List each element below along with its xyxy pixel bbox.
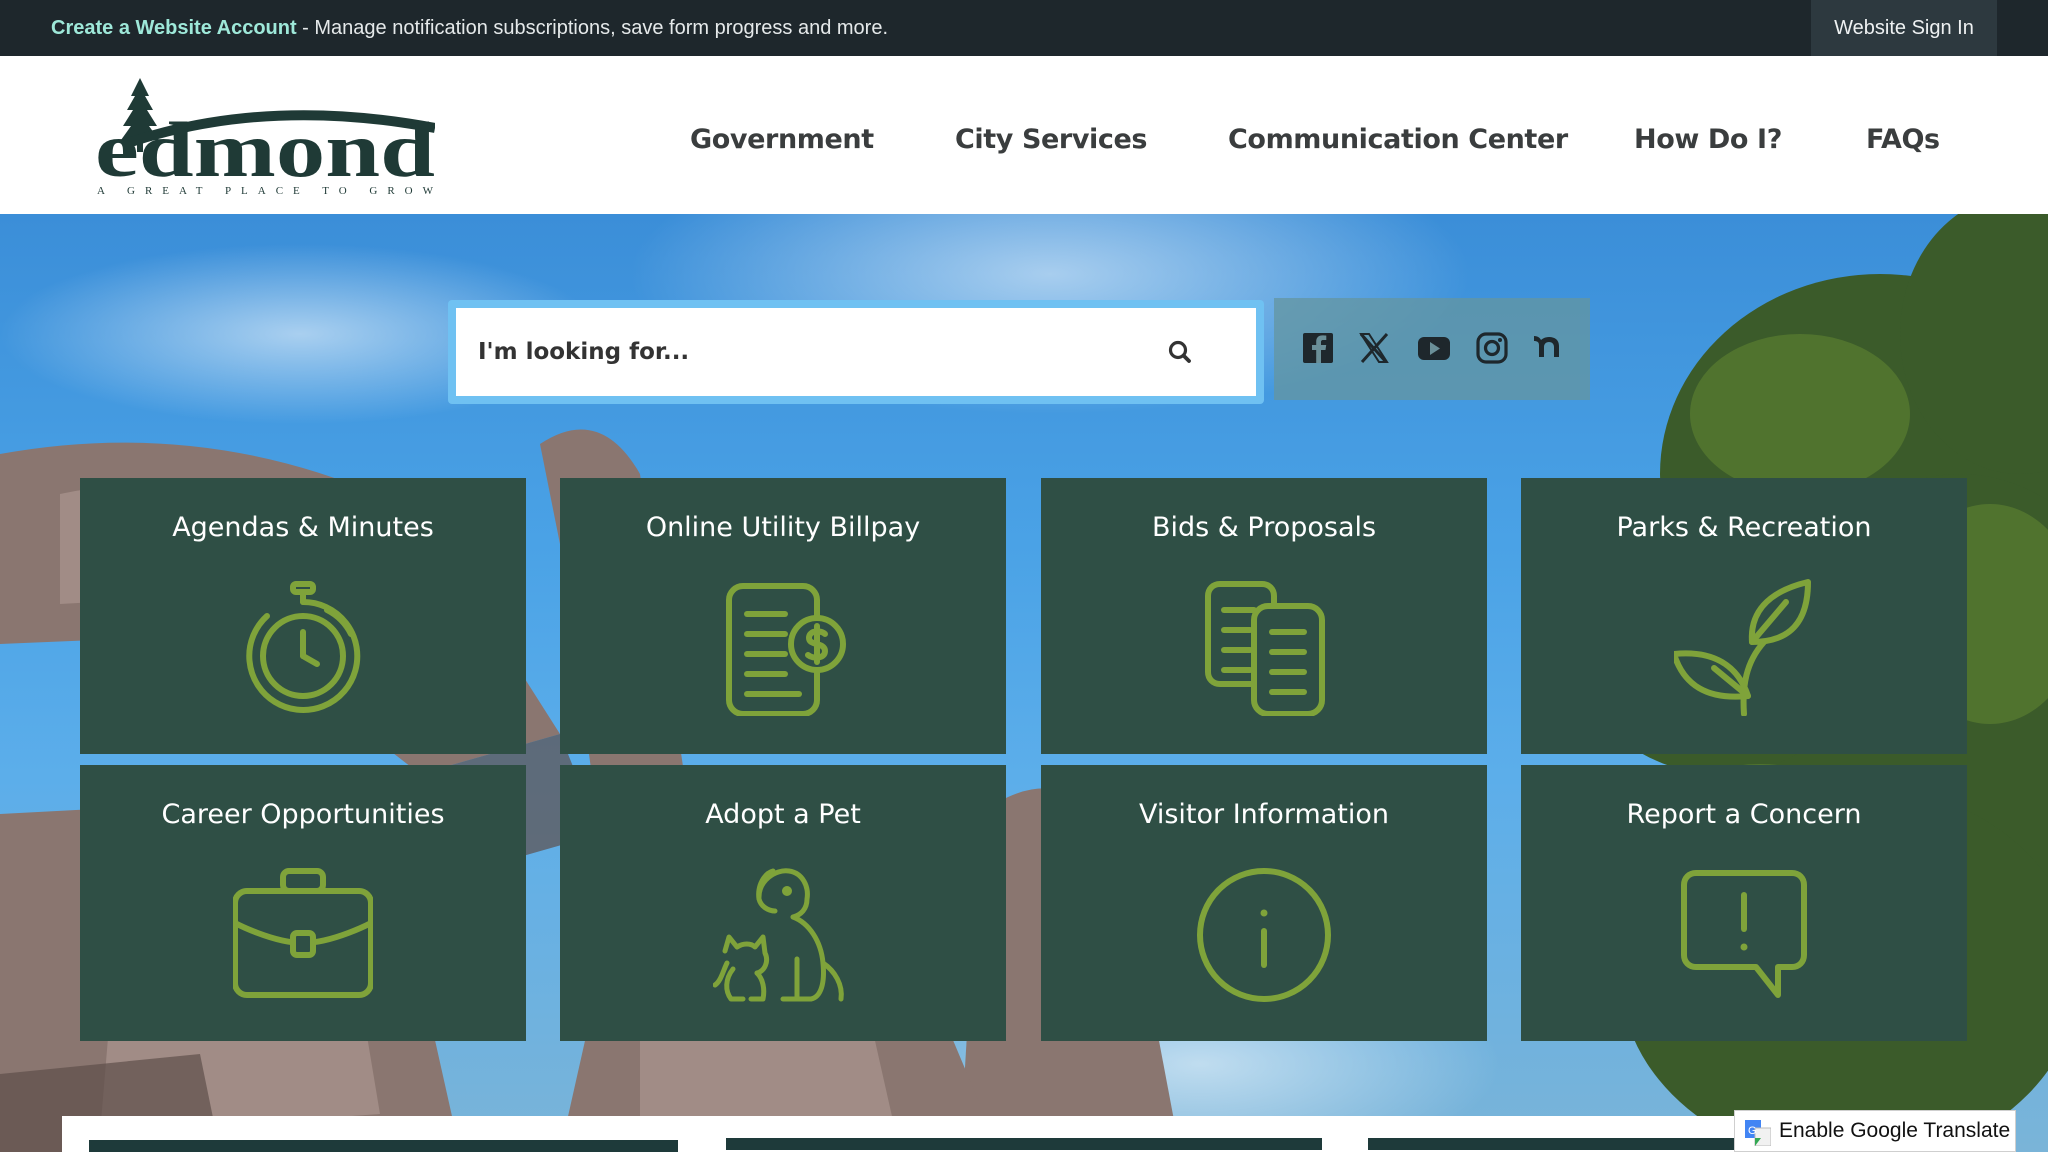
tile-online-utility-billpay[interactable]: Online Utility Billpay <box>560 478 1006 754</box>
google-translate-icon: G <box>1745 1120 1771 1146</box>
dog-cat-icon <box>713 868 844 1002</box>
tile-bids-proposals[interactable]: Bids & Proposals <box>1041 478 1487 754</box>
x-twitter-icon[interactable] <box>1354 328 1394 368</box>
search-icon[interactable] <box>1158 330 1202 374</box>
info-icon <box>1197 868 1331 1002</box>
translate-label: Enable Google Translate <box>1779 1119 2011 1142</box>
tile-adopt-a-pet[interactable]: Adopt a Pet <box>560 765 1006 1041</box>
facebook-icon[interactable] <box>1298 328 1338 368</box>
account-message: Create a Website Account - Manage notifi… <box>51 0 888 56</box>
tile-label: Adopt a Pet <box>705 799 861 830</box>
tile-label: Report a Concern <box>1626 799 1862 830</box>
documents-icon <box>1205 581 1325 716</box>
panel-header-bar <box>726 1138 1322 1150</box>
create-account-link[interactable]: Create a Website Account <box>51 17 297 39</box>
tile-report-a-concern[interactable]: Report a Concern <box>1521 765 1967 1041</box>
tile-label: Online Utility Billpay <box>645 512 921 543</box>
social-links <box>1274 298 1590 400</box>
nav-communication-center[interactable]: Communication Center <box>1228 56 1568 214</box>
search-box <box>456 308 1256 396</box>
nav-how-do-i[interactable]: How Do I? <box>1634 56 1782 214</box>
bill-dollar-icon <box>726 583 846 716</box>
chat-alert-icon <box>1681 870 1807 998</box>
stopwatch-icon <box>246 581 361 713</box>
search-input[interactable] <box>456 308 1176 396</box>
instagram-icon[interactable] <box>1472 328 1512 368</box>
nav-faqs[interactable]: FAQs <box>1866 56 1940 214</box>
nav-government[interactable]: Government <box>690 56 874 214</box>
main-nav: Government City Services Communication C… <box>0 56 2048 214</box>
nav-city-services[interactable]: City Services <box>955 56 1147 214</box>
svg-text:G: G <box>1748 1125 1757 1137</box>
sign-in-button[interactable]: Website Sign In <box>1811 0 1997 56</box>
account-message-text: - Manage notification subscriptions, sav… <box>296 17 889 39</box>
tile-career-opportunities[interactable]: Career Opportunities <box>80 765 526 1041</box>
top-account-bar: Create a Website Account - Manage notifi… <box>0 0 2048 56</box>
briefcase-icon <box>233 868 373 998</box>
tile-visitor-information[interactable]: Visitor Information <box>1041 765 1487 1041</box>
tile-agendas-minutes[interactable]: Agendas & Minutes <box>80 478 526 754</box>
panel-header-bar <box>1368 1138 1734 1150</box>
youtube-icon[interactable] <box>1414 328 1454 368</box>
tile-label: Visitor Information <box>1138 799 1390 830</box>
site-header: edmond A GREAT PLACE TO GROW Government … <box>0 56 2048 214</box>
tile-label: Career Opportunities <box>161 799 445 830</box>
tile-parks-recreation[interactable]: Parks & Recreation <box>1521 478 1967 754</box>
panel-header-bar <box>89 1140 678 1152</box>
search-container <box>448 300 1264 404</box>
sprout-icon <box>1674 579 1811 716</box>
tile-label: Bids & Proposals <box>1151 512 1377 543</box>
hero-banner: Agendas & Minutes Online Utility Billpay… <box>0 214 2048 1152</box>
tile-label: Parks & Recreation <box>1616 512 1872 543</box>
nextdoor-icon[interactable] <box>1528 328 1568 368</box>
google-translate-button[interactable]: G Enable Google Translate <box>1734 1110 2016 1152</box>
tile-label: Agendas & Minutes <box>172 512 434 543</box>
